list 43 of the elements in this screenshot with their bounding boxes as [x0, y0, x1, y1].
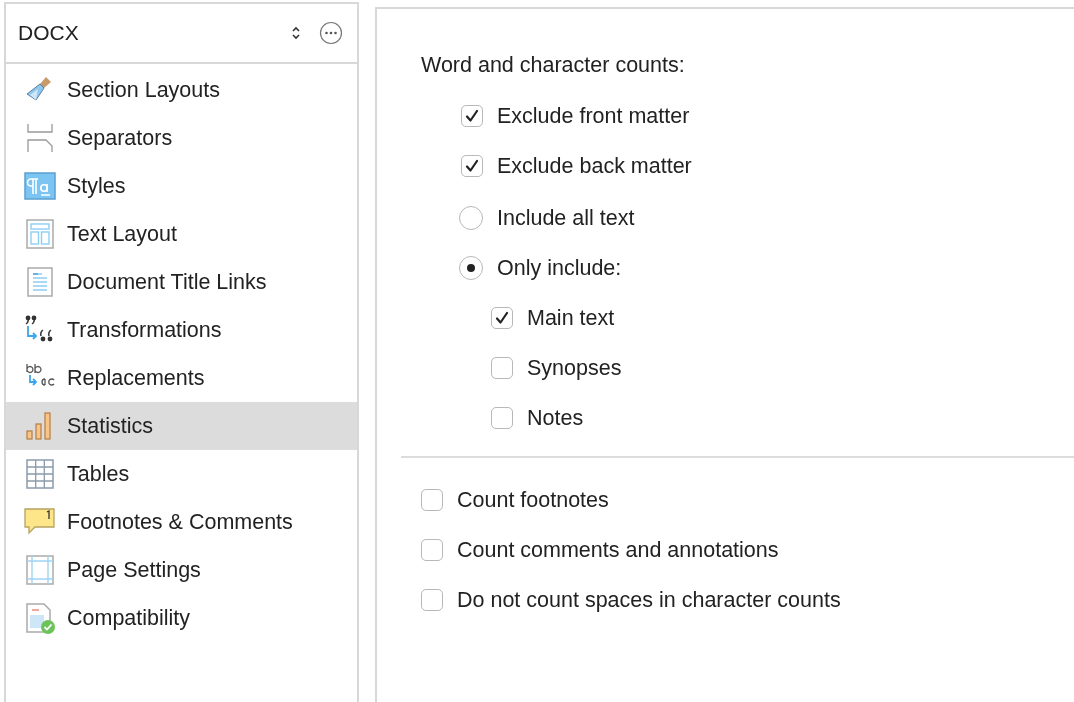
radio-button[interactable] [459, 206, 483, 230]
document-icon [24, 266, 56, 298]
checkbox-label: Main text [527, 305, 615, 331]
stepper-icon[interactable] [291, 25, 301, 41]
checkbox-label: Count comments and annotations [457, 537, 779, 563]
section-heading: Word and character counts: [420, 53, 686, 79]
checkbox[interactable] [421, 489, 443, 511]
checkbox-label: Synopses [527, 355, 622, 381]
sidebar-item[interactable]: Footnotes & Comments [6, 498, 357, 546]
page-break-icon [24, 122, 56, 154]
sidebar-item[interactable]: Section Layouts [6, 66, 357, 114]
page-margins-icon [24, 554, 56, 586]
radio-label: Only include: [497, 255, 622, 281]
sidebar-item[interactable]: Compatibility [6, 594, 357, 642]
checkbox-label: Notes [527, 405, 584, 431]
sidebar-item[interactable]: Separators [6, 114, 357, 162]
checkbox[interactable] [491, 307, 513, 329]
grid-icon [24, 458, 56, 490]
sidebar-item[interactable]: Transformations [6, 306, 357, 354]
checkbox-label: Do not count spaces in character counts [457, 587, 841, 613]
sidebar-item[interactable]: Styles [6, 162, 357, 210]
sidebar-item[interactable]: Statistics [6, 402, 357, 450]
more-icon[interactable] [319, 21, 343, 45]
layout-icon [24, 218, 56, 250]
sidebar-item[interactable]: Document Title Links [6, 258, 357, 306]
checkbox[interactable] [461, 155, 483, 177]
checkbox[interactable] [461, 105, 483, 127]
checkbox[interactable] [421, 539, 443, 561]
checkbox-label: Exclude front matter [497, 103, 690, 129]
checkbox[interactable] [421, 589, 443, 611]
paragraph-style-icon [24, 170, 56, 202]
checkbox[interactable] [491, 407, 513, 429]
sidebar-item[interactable]: Text Layout [6, 210, 357, 258]
checkbox-label: Exclude back matter [497, 153, 692, 179]
format-popup[interactable]: DOCX [18, 21, 291, 45]
sidebar-item[interactable]: Replacements [6, 354, 357, 402]
document-check-icon [24, 602, 56, 634]
sidebar-item[interactable]: Page Settings [6, 546, 357, 594]
radio-button[interactable] [459, 256, 483, 280]
checkbox[interactable] [491, 357, 513, 379]
sidebar-item[interactable]: Tables [6, 450, 357, 498]
checkbox-label: Count footnotes [457, 487, 609, 513]
radio-label: Include all text [497, 205, 635, 231]
